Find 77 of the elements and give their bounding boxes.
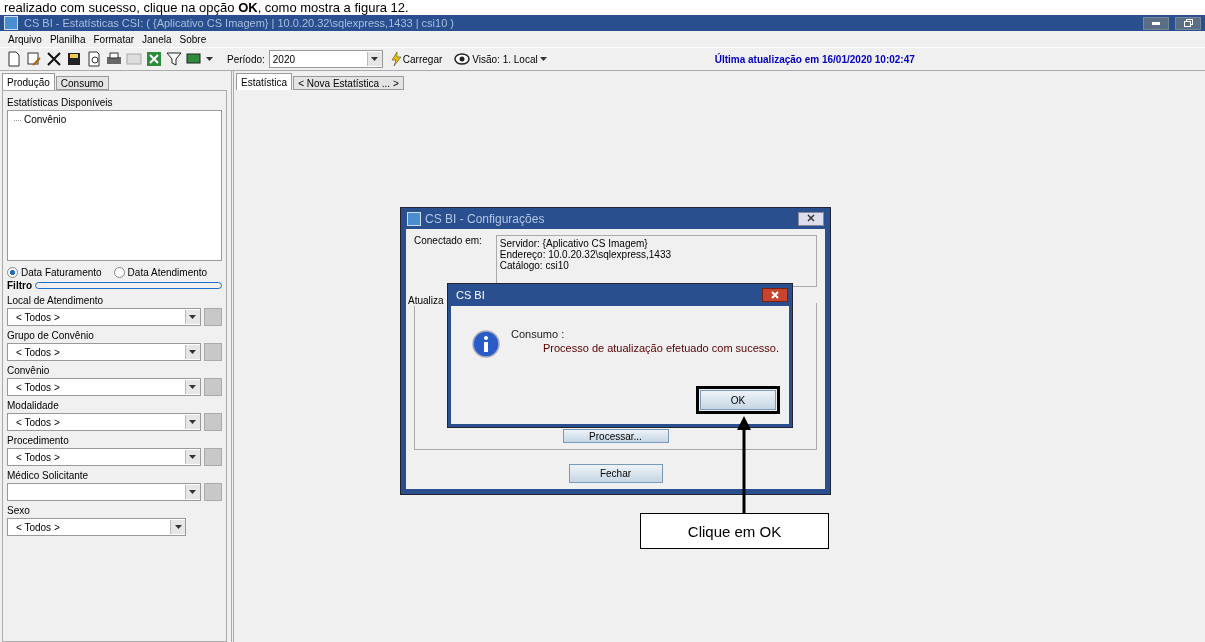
window-title: CS BI - Estatísticas CSI: ( {Aplicativo CS Imagem} | 10.0.20.32\sqlexpress,1433 | csi10 ) [24, 17, 455, 29]
tree-item[interactable]: Convênio [14, 114, 215, 125]
statistic-tab[interactable]: < Nova Estatística ... > [293, 76, 404, 90]
filter-dropdown[interactable]: < Todos > [7, 448, 201, 466]
radio-option[interactable]: Data Faturamento [7, 267, 102, 278]
caret-icon [174, 525, 182, 529]
restore-icon [1183, 19, 1193, 27]
load-button[interactable]: Carregar [386, 52, 447, 66]
caret-icon [189, 490, 197, 494]
field-label: Convênio [7, 365, 51, 376]
menu-item[interactable]: Janela [142, 33, 172, 45]
radio-option[interactable]: Data Atendimento [113, 267, 208, 278]
dialog-title: CS BI - Configurações [425, 211, 546, 226]
panel-tab[interactable]: Consumo [55, 76, 109, 90]
info-icon [472, 330, 500, 358]
view-dropdown[interactable]: Visão: 1. Local [450, 53, 551, 65]
connected-label: Conectado em: [414, 235, 482, 248]
period-dropdown[interactable]: 2020 [268, 50, 383, 68]
caret-icon [189, 385, 197, 389]
field-label: Sexo [7, 505, 31, 516]
filter-dropdown[interactable]: < Todos > [7, 343, 201, 361]
section-title: Estatísticas Disponíveis [7, 97, 114, 108]
document-text: realizado com sucesso, clique na opção OK, como mostra a figura 12. [3, 0, 409, 15]
arrow-icon [736, 414, 752, 514]
filter-dropdown[interactable]: < Todos > [7, 378, 201, 396]
menu-item[interactable]: Formatar [93, 33, 135, 45]
menu-item[interactable]: Sobre [179, 33, 207, 45]
statistic-tab[interactable]: Estatística [236, 73, 293, 90]
app-icon [4, 16, 18, 30]
field-label: Local de Atendimento [7, 295, 105, 306]
tab-label[interactable]: Atualiza [408, 295, 444, 306]
field-label: Procedimento [7, 435, 70, 446]
dialog-title: CS BI [456, 289, 486, 301]
eye-icon [454, 53, 471, 65]
filter-dropdown[interactable]: < Todos > [7, 518, 186, 536]
close-button[interactable] [798, 211, 824, 226]
group-title: Filtro [7, 280, 32, 291]
close-icon [807, 213, 815, 222]
filter-icon[interactable] [166, 51, 182, 67]
restore-button[interactable] [1175, 16, 1201, 30]
filter-dropdown[interactable] [7, 483, 201, 501]
caret-icon [371, 57, 379, 61]
caret-icon [189, 455, 197, 459]
close-button[interactable] [762, 288, 788, 302]
printer-icon[interactable] [106, 51, 122, 67]
delete-icon[interactable] [46, 51, 62, 67]
menu-item[interactable]: Planilha [49, 33, 86, 45]
field-label: Modalidade [7, 400, 60, 411]
caret-icon [206, 57, 213, 61]
close-icon [771, 290, 779, 299]
panel-tab[interactable]: Produção [2, 73, 55, 90]
filter-dropdown[interactable]: < Todos > [7, 413, 201, 431]
new-document-icon[interactable] [6, 51, 22, 67]
spreadsheet-icon[interactable] [146, 51, 162, 67]
message-heading: Consumo : [511, 328, 565, 340]
caret-icon [189, 350, 197, 354]
minimize-button[interactable] [1143, 16, 1169, 30]
period-label: Período: [227, 53, 265, 65]
app-icon [407, 211, 421, 226]
print-preview-icon[interactable] [86, 51, 102, 67]
close-button[interactable]: Fechar [568, 464, 663, 483]
message-text: Processo de atualização efetuado com sucesso. [543, 342, 780, 354]
caret-icon [539, 57, 547, 61]
process-button[interactable]: Processar... [562, 429, 669, 443]
filter-dropdown[interactable]: < Todos > [7, 308, 201, 326]
menu-item[interactable]: Arquivo [8, 33, 42, 45]
edit-document-icon[interactable] [26, 51, 42, 67]
field-label: Grupo de Convênio [7, 330, 95, 341]
ok-button[interactable]: OK [700, 390, 776, 410]
minimize-icon [1152, 21, 1160, 25]
last-update-text: Última atualização em 16/01/2020 10:02:47 [714, 53, 915, 65]
caret-icon [189, 315, 197, 319]
callout-label: Clique em OK [640, 513, 829, 549]
lightning-icon [390, 52, 401, 66]
save-icon[interactable] [66, 51, 82, 67]
field-label: Médico Solicitante [7, 470, 90, 481]
caret-icon [189, 420, 197, 424]
